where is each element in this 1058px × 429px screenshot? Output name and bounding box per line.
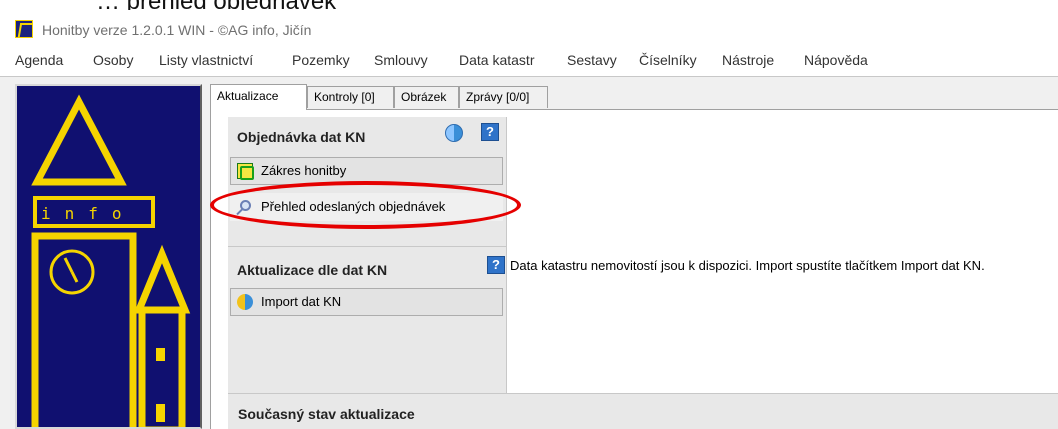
menu-sestavy[interactable]: Sestavy (567, 52, 617, 68)
tab-aktualizace[interactable]: Aktualizace (210, 84, 307, 110)
menu-data-katastr[interactable]: Data katastr (459, 52, 534, 68)
menu-agenda[interactable]: Agenda (15, 52, 63, 68)
import-icon (237, 294, 253, 310)
section-divider (228, 246, 506, 247)
ag-info-logo: info (15, 84, 202, 429)
app-icon (15, 20, 33, 38)
section-title-stav: Současný stav aktualizace (238, 406, 415, 422)
logo-text: info (41, 204, 136, 223)
menu-ciselniky[interactable]: Číselníky (639, 52, 697, 68)
menu-pozemky[interactable]: Pozemky (292, 52, 350, 68)
current-status-panel: Současný stav aktualizace (228, 393, 1058, 429)
section-title-objednavka: Objednávka dat KN (237, 129, 366, 145)
tab-zpravy[interactable]: Zprávy [0/0] (459, 86, 548, 108)
logo-graphic (31, 94, 191, 429)
help-icon-update[interactable]: ? (487, 256, 505, 274)
panel-divider (506, 117, 507, 393)
map-icon (237, 163, 254, 180)
menu-smlouvy[interactable]: Smlouvy (374, 52, 428, 68)
tab-kontroly[interactable]: Kontroly [0] (307, 86, 394, 108)
title-bar: Honitby verze 1.2.0.1 WIN - ©AG info, Ji… (0, 13, 1058, 47)
menu-listy-vlastnictvi[interactable]: Listy vlastnictví (159, 52, 253, 68)
import-dat-kn-button[interactable]: Import dat KN (230, 288, 503, 316)
tab-obrazek[interactable]: Obrázek (394, 86, 459, 108)
section-title-aktualizace: Aktualizace dle dat KN (237, 262, 388, 278)
sync-icon[interactable] (445, 124, 463, 142)
menu-nastroje[interactable]: Nástroje (722, 52, 774, 68)
highlight-oval (210, 181, 521, 229)
menu-napoveda[interactable]: Nápověda (804, 52, 868, 68)
help-icon[interactable]: ? (481, 123, 499, 141)
menu-osoby[interactable]: Osoby (93, 52, 133, 68)
window-title: Honitby verze 1.2.0.1 WIN - ©AG info, Ji… (42, 22, 312, 38)
clipped-heading: … přehled objednávek (0, 0, 1058, 10)
menu-bar: Agenda Osoby Listy vlastnictví Pozemky S… (0, 48, 1058, 74)
update-status-message: Data katastru nemovitostí jsou k dispozi… (510, 258, 985, 273)
